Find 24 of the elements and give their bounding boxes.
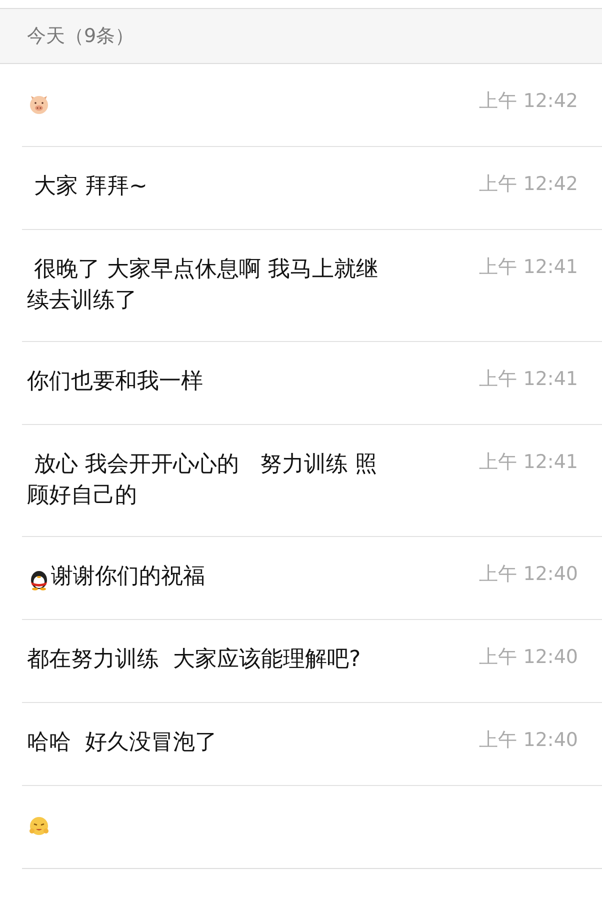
message-text: 你们也要和我一样 [27, 368, 203, 396]
laughing-face-icon [27, 814, 51, 838]
message-row[interactable]: 哈哈 好久没冒泡了 上午 12:40 [22, 702, 602, 785]
message-row[interactable]: 你们也要和我一样 上午 12:41 [22, 341, 602, 424]
message-text: 哈哈 好久没冒泡了 [27, 729, 217, 757]
message-time: 上午 12:40 [479, 645, 578, 670]
message-time: 上午 12:41 [479, 367, 578, 392]
message-row[interactable]: 放心 我会开开心心的 努力训练 照顾好自己的 上午 12:41 [22, 424, 602, 536]
message-time: 上午 12:40 [479, 562, 578, 587]
section-header: 今天（9条） [27, 24, 134, 49]
message-text: 谢谢你们的祝福 [51, 563, 205, 591]
message-time: 上午 12:41 [479, 255, 578, 280]
message-text: 很晚了 大家早点休息啊 我马上就继续去训练了 [27, 256, 379, 315]
message-text: 大家 拜拜~ [33, 173, 148, 201]
message-time: 上午 12:42 [479, 172, 578, 197]
message-time: 上午 12:40 [479, 728, 578, 753]
message-time: 上午 12:41 [479, 450, 578, 475]
message-row[interactable]: 谢谢你们的祝福 上午 12:40 [22, 536, 602, 619]
message-text: 都在努力训练 大家应该能理解吧? [27, 646, 361, 674]
message-text: 放心 我会开开心心的 努力训练 照顾好自己的 [27, 451, 378, 510]
message-row[interactable]: 很晚了 大家早点休息啊 我马上就继续去训练了 上午 12:41 [22, 229, 602, 341]
message-row[interactable]: 大家 拜拜~ 上午 12:42 [22, 146, 602, 229]
message-row[interactable]: 都在努力训练 大家应该能理解吧? 上午 12:40 [22, 619, 602, 702]
message-time: 上午 12:42 [479, 89, 578, 114]
